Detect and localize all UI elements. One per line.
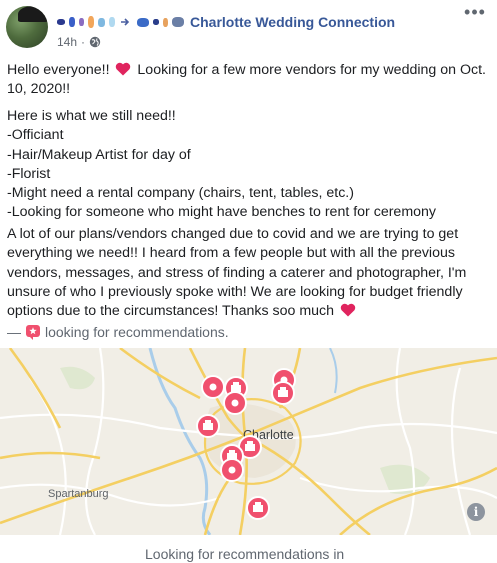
needs-item: -Hair/Makeup Artist for day of	[7, 146, 191, 163]
recommendation-text: looking for recommendations.	[45, 324, 229, 340]
red-heart-emoji-icon	[116, 62, 131, 76]
post-paragraph-intro: Hello everyone!! Looking for a few more …	[7, 61, 487, 100]
needs-item: -Might need a rental company (chairs, te…	[7, 185, 354, 202]
map-pin[interactable]	[220, 458, 244, 482]
post-needs-list: Here is what we still need!! -Officiant …	[7, 107, 487, 223]
recommendations-footer-text: Looking for recommendations in	[145, 546, 345, 562]
intro-text-start: Hello everyone!!	[7, 62, 114, 78]
details-text: A lot of our plans/vendors changed due t…	[7, 226, 467, 320]
post-header: Charlotte Wedding Connection 14h · •••	[0, 0, 497, 60]
author-name-obscured[interactable]	[57, 16, 115, 28]
needs-item: -Officiant	[7, 127, 64, 144]
map-pin[interactable]	[223, 391, 247, 415]
post-meta: 14h ·	[57, 35, 101, 49]
recommendations-map[interactable]: Charlotte Spartanburg i	[0, 348, 497, 535]
map-pin[interactable]	[271, 381, 295, 405]
post-footer: Looking for recommendations in	[0, 535, 497, 563]
timestamp[interactable]: 14h	[57, 35, 77, 49]
shared-to-arrow-icon	[121, 18, 130, 26]
recommendation-star-icon	[26, 325, 40, 340]
post-paragraph-details: A lot of our plans/vendors changed due t…	[7, 225, 487, 321]
map-pins-layer	[0, 348, 497, 535]
author-row: Charlotte Wedding Connection	[57, 12, 395, 32]
map-pin[interactable]	[246, 496, 270, 520]
avatar-hat-shape	[18, 6, 48, 22]
post-card: Charlotte Wedding Connection 14h · ••• H…	[0, 0, 497, 563]
meta-separator-dot: ·	[81, 35, 86, 49]
needs-item: -Looking for someone who might have benc…	[7, 204, 437, 221]
map-info-icon[interactable]: i	[467, 503, 485, 521]
group-name-link[interactable]: Charlotte Wedding Connection	[190, 14, 395, 30]
shared-group-obscured	[137, 17, 184, 27]
map-pin[interactable]	[196, 414, 220, 438]
more-options-icon[interactable]: •••	[463, 3, 487, 22]
recommendation-dash: —	[7, 324, 21, 340]
map-pin[interactable]	[201, 375, 225, 399]
needs-item: -Florist	[7, 165, 51, 182]
needs-heading: Here is what we still need!!	[7, 108, 176, 124]
red-heart-emoji-icon	[340, 303, 356, 317]
avatar[interactable]	[6, 6, 48, 48]
globe-icon[interactable]	[89, 36, 101, 48]
recommendation-activity: — looking for recommendations.	[7, 324, 229, 340]
